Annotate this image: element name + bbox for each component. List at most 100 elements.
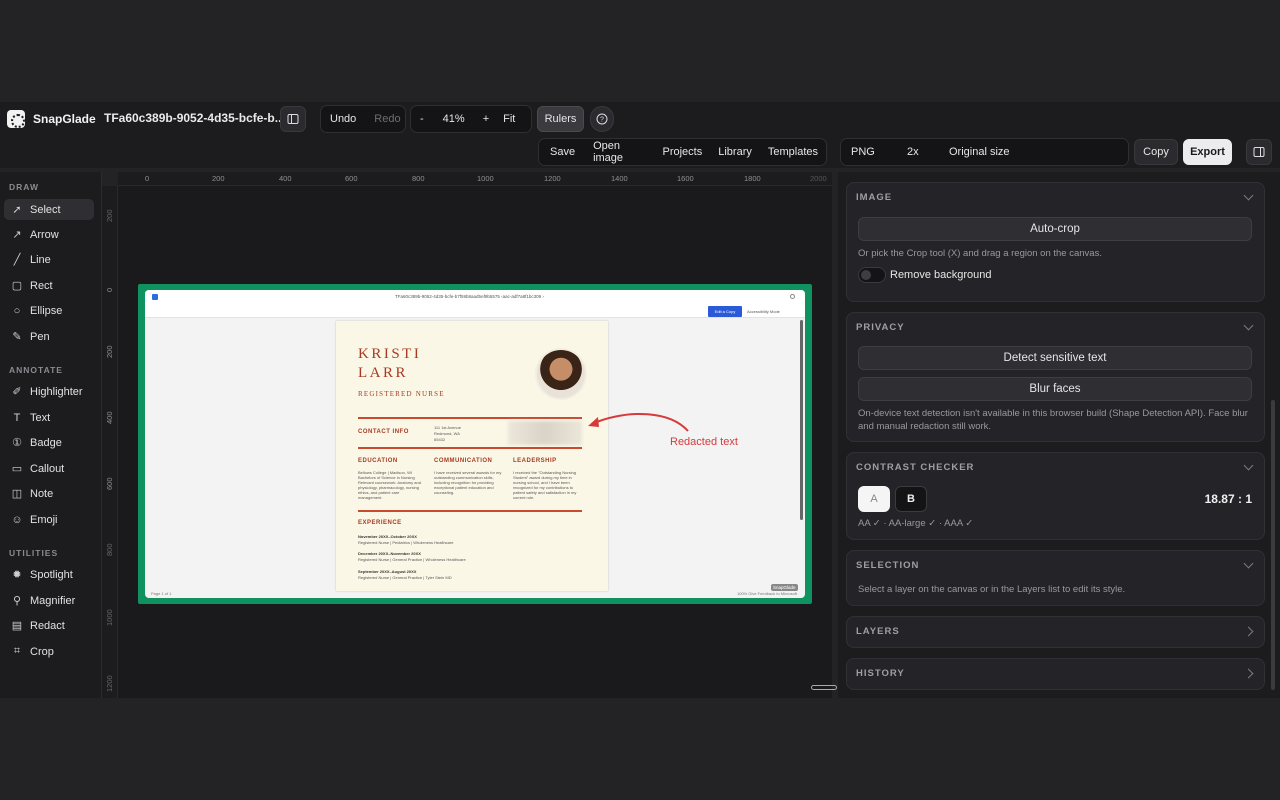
zoom-out-button[interactable]: - — [411, 113, 433, 125]
open-image-button[interactable]: Open image — [585, 140, 654, 164]
tool-text[interactable]: T Text — [4, 407, 94, 428]
chevron-down-icon[interactable] — [1243, 460, 1254, 471]
experience-date: December 20XX–November 20XX — [358, 551, 421, 556]
tool-label: Note — [30, 487, 54, 500]
experience-role: Registered Nurse | Pediatrics | Wholenes… — [358, 540, 454, 545]
blur-faces-button[interactable]: Blur faces — [858, 377, 1252, 401]
chevron-down-icon[interactable] — [1243, 558, 1254, 569]
ruler-tick: 600 — [345, 174, 358, 183]
ruler-tick: 1000 — [477, 174, 494, 183]
tool-line[interactable]: ╱ Line — [4, 249, 94, 270]
note-icon: ◫ — [11, 488, 23, 500]
library-button[interactable]: Library — [710, 146, 760, 158]
undo-button[interactable]: Undo — [321, 113, 365, 125]
tool-label: Line — [30, 253, 51, 266]
crop-icon: ⌗ — [13, 645, 21, 657]
communication-text: I have received several awards for my ou… — [434, 470, 502, 495]
badge-icon: ① — [12, 437, 22, 449]
tool-rect[interactable]: ▢ Rect — [4, 275, 94, 296]
size-select[interactable]: Original size — [949, 146, 1010, 158]
tool-spotlight[interactable]: ✹ Spotlight — [4, 564, 94, 585]
remove-background-toggle[interactable] — [858, 267, 886, 283]
ruler-tick: 200 — [105, 209, 114, 222]
embedded-scrollbar — [800, 320, 803, 520]
templates-button[interactable]: Templates — [760, 146, 826, 158]
spotlight-icon: ✹ — [12, 569, 22, 581]
tool-select[interactable]: ➚ Select — [4, 199, 94, 220]
export-button[interactable]: Export — [1183, 139, 1232, 165]
tool-arrow[interactable]: ↗ Arrow — [4, 224, 94, 245]
chevron-right-icon[interactable] — [1243, 668, 1254, 679]
tool-magnifier[interactable]: ⚲ Magnifier — [4, 590, 94, 611]
help-button[interactable]: ? — [590, 106, 614, 132]
resume-role: REGISTERED NURSE — [358, 390, 445, 398]
auto-crop-button[interactable]: Auto-crop — [858, 217, 1252, 241]
tool-label: Badge — [30, 436, 62, 449]
tool-pen[interactable]: ✎ Pen — [4, 326, 94, 347]
pen-icon: ✎ — [12, 331, 22, 343]
toggle-sidebar-button[interactable] — [280, 106, 306, 132]
copy-button[interactable]: Copy — [1134, 139, 1178, 165]
format-select[interactable]: PNG — [851, 146, 875, 158]
scale-select[interactable]: 2x — [907, 146, 919, 158]
tool-label: Ellipse — [30, 304, 63, 317]
canvas-scroll-indicator[interactable] — [811, 685, 837, 690]
tool-highlighter[interactable]: ✐ Highlighter — [4, 381, 94, 402]
tool-label: Rect — [30, 279, 53, 292]
fit-button[interactable]: Fit — [497, 113, 521, 125]
detect-sensitive-text-button[interactable]: Detect sensitive text — [858, 346, 1252, 370]
tool-callout[interactable]: ▭ Callout — [4, 458, 94, 479]
embedded-page-label: Page 1 of 1 — [151, 591, 172, 596]
zoom-in-button[interactable]: + — [475, 113, 497, 125]
rulers-toggle[interactable]: Rulers — [537, 106, 584, 132]
tool-note[interactable]: ◫ Note — [4, 483, 94, 504]
redacted-blur-region — [508, 421, 582, 445]
annotation-text[interactable]: Redacted text — [670, 436, 738, 448]
privacy-card: PRIVACY Detect sensitive text Blur faces… — [846, 312, 1265, 442]
zoom-level[interactable]: 41% — [433, 113, 475, 125]
foreground-swatch[interactable]: A — [858, 486, 890, 512]
save-button[interactable]: Save — [539, 146, 585, 158]
experience-role: Registered Nurse | General Practice | Wh… — [358, 557, 466, 562]
contact-address-line: 65432 — [434, 437, 446, 442]
svg-text:?: ? — [600, 117, 604, 124]
projects-button[interactable]: Projects — [654, 146, 710, 158]
experience-date: November 20XX–October 20XX — [358, 534, 417, 539]
file-group: Save Open image Projects Library Templat… — [538, 138, 827, 166]
image-card: IMAGE Auto-crop Or pick the Crop tool (X… — [846, 182, 1265, 302]
tool-emoji[interactable]: ☺ Emoji — [4, 509, 94, 530]
redo-button[interactable]: Redo — [365, 113, 409, 125]
tool-label: Magnifier — [30, 594, 76, 607]
chevron-down-icon[interactable] — [1243, 320, 1254, 331]
contact-address-line: 111 1st Avenue — [434, 425, 461, 430]
layers-card[interactable]: LAYERS — [846, 616, 1265, 648]
sidebar-icon — [287, 114, 299, 124]
tool-label: Select — [30, 203, 61, 216]
history-card[interactable]: HISTORY — [846, 658, 1265, 690]
tool-ellipse[interactable]: ○ Ellipse — [4, 300, 94, 321]
ellipse-icon: ○ — [13, 304, 21, 317]
contact-address-line: Redmond, WA — [434, 431, 460, 436]
embedded-url: TFa60c389b-9052-4d35-bcfe-b7f59b8aad5ef9… — [395, 294, 544, 299]
ruler-tick: 200 — [105, 345, 114, 358]
crop-hint: Or pick the Crop tool (X) and drag a reg… — [858, 248, 1102, 259]
toggle-panel-button[interactable] — [1246, 139, 1272, 165]
tool-label: Arrow — [30, 228, 59, 241]
resume-first-name: KRISTI — [358, 346, 422, 362]
tools-sidebar: DRAW ➚ Select ↗ Arrow ╱ Line ▢ Rect ○ Ellipse… — [0, 172, 102, 698]
tool-label: Emoji — [30, 513, 58, 526]
utilities-section-label: UTILITIES — [9, 548, 59, 558]
experience-date: September 20XX–August 20XX — [358, 569, 417, 574]
tool-crop[interactable]: ⌗ Crop — [4, 641, 94, 662]
tool-label: Pen — [30, 330, 50, 343]
tool-label: Highlighter — [30, 385, 83, 398]
tool-redact[interactable]: ▤ Redact — [4, 615, 94, 636]
chevron-right-icon[interactable] — [1243, 626, 1254, 637]
document-title[interactable]: TFa60c389b-9052-4d35-bcfe-b... — [104, 111, 285, 125]
panel-scrollbar[interactable] — [1271, 400, 1275, 690]
chevron-down-icon[interactable] — [1243, 190, 1254, 201]
tool-badge[interactable]: ① Badge — [4, 432, 94, 453]
background-swatch[interactable]: B — [895, 486, 927, 512]
emoji-icon: ☺ — [11, 513, 23, 526]
ruler-tick: 800 — [105, 543, 114, 556]
